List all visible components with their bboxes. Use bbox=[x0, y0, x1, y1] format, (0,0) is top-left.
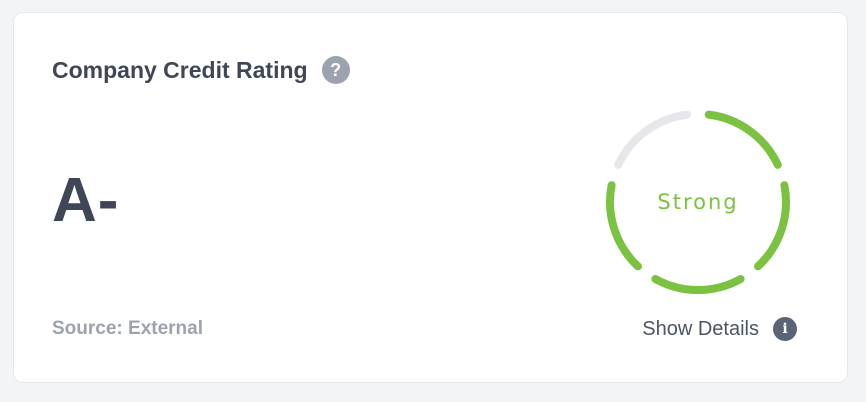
gauge-label: Strong bbox=[657, 190, 739, 214]
show-details-label: Show Details bbox=[642, 317, 759, 340]
credit-rating-card: Company Credit Rating ? A- Source: Exter… bbox=[13, 12, 848, 383]
info-icon: i bbox=[773, 317, 797, 341]
credit-rating-value: A- bbox=[52, 166, 120, 235]
card-header: Company Credit Rating ? bbox=[52, 56, 350, 84]
card-title: Company Credit Rating bbox=[52, 56, 308, 83]
rating-gauge: Strong bbox=[598, 102, 798, 302]
question-mark-icon[interactable]: ? bbox=[321, 56, 350, 84]
show-details-button[interactable]: Show Details i bbox=[642, 317, 797, 341]
source-label: Source: External bbox=[52, 318, 203, 339]
